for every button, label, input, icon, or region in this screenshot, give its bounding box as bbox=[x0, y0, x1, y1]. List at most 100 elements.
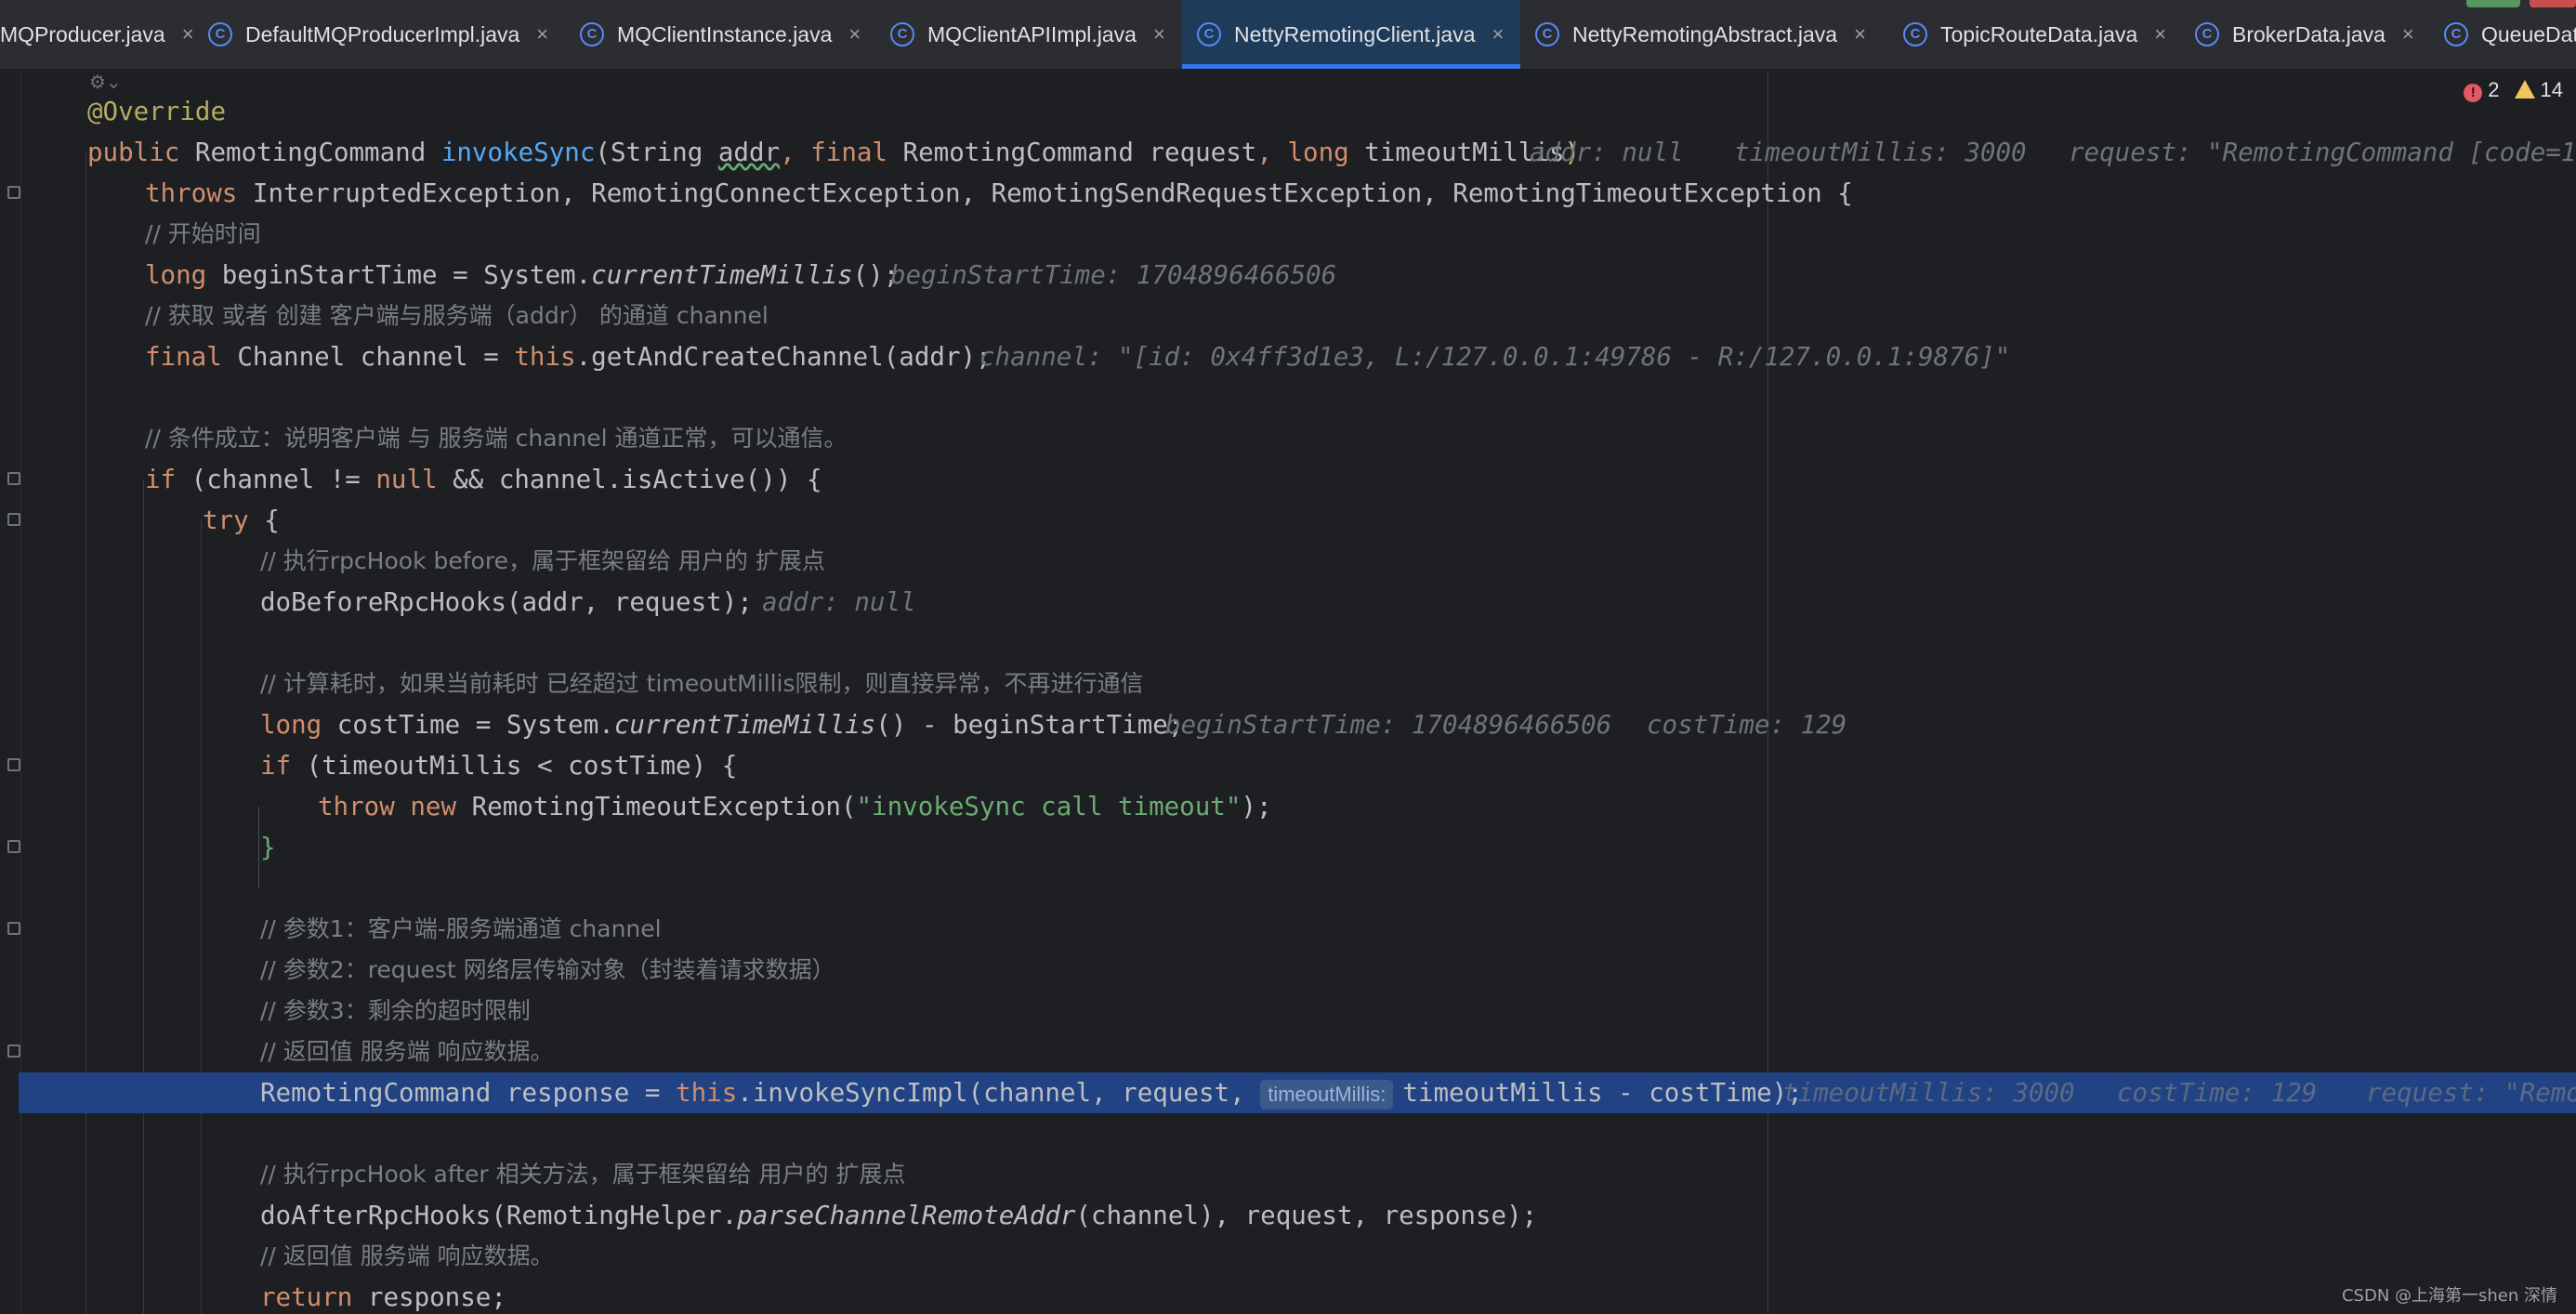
tab-nettyremotingclient[interactable]: C NettyRemotingClient.java × bbox=[1182, 0, 1520, 69]
code-line[interactable]: doAfterRpcHooks(RemotingHelper.parseChan… bbox=[0, 1195, 2576, 1236]
code-text: (channel != bbox=[176, 465, 376, 494]
tab-close-icon[interactable]: × bbox=[2154, 22, 2166, 46]
code-text: response; bbox=[352, 1282, 506, 1312]
inlay-settings-icon[interactable]: ⚙⌄ bbox=[89, 71, 122, 93]
code-text: RemotingCommand response = bbox=[260, 1078, 677, 1108]
tab-label: BrokerData.java bbox=[2232, 21, 2385, 46]
code-line[interactable]: // 参数3：剩余的超时限制 bbox=[0, 991, 2576, 1031]
static-method: currentTimeMillis bbox=[591, 260, 853, 290]
code-text: Channel channel = bbox=[221, 342, 515, 372]
code-line[interactable]: if (channel != null && channel.isActive(… bbox=[0, 459, 2576, 500]
watermark: CSDN @上海第一shen 深情 bbox=[2341, 1286, 2557, 1306]
code-text: .getAndCreateChannel(addr); bbox=[575, 342, 992, 372]
tab-label: TopicRouteData.java bbox=[1940, 21, 2138, 46]
tab-close-icon[interactable]: × bbox=[1492, 22, 1505, 46]
tab-mqclientapiimpl[interactable]: C MQClientAPIImpl.java × bbox=[890, 0, 1165, 69]
keyword: long bbox=[1287, 138, 1349, 167]
keyword: null bbox=[375, 465, 438, 494]
error-count[interactable]: ! 2 bbox=[2464, 78, 2500, 102]
method-name: invokeSync bbox=[440, 138, 596, 167]
keyword: try bbox=[203, 506, 249, 535]
tab-label: MQClientAPIImpl.java bbox=[927, 21, 1137, 46]
comment: // 参数2：request 网络层传输对象（封装着请求数据） bbox=[260, 956, 835, 983]
code-line[interactable]: // 参数1：客户端-服务端通道 channel bbox=[0, 909, 2576, 950]
code-line[interactable]: // 条件成立：说明客户端 与 服务端 channel 通道正常，可以通信。 bbox=[0, 418, 2576, 459]
tab-close-icon[interactable]: × bbox=[848, 22, 861, 46]
code-line[interactable]: // 返回值 服务端 响应数据。 bbox=[0, 1236, 2576, 1277]
code-line[interactable]: // 执行rpcHook before，属于框架留给 用户的 扩展点 bbox=[0, 541, 2576, 582]
code-line[interactable]: long costTime = System.currentTimeMillis… bbox=[0, 704, 2576, 745]
keyword: throws bbox=[145, 178, 238, 208]
code-text: () - beginStartTime; bbox=[875, 710, 1184, 740]
tab-mqproducer[interactable]: MQProducer.java × bbox=[0, 0, 194, 69]
tab-nettyremotingabstract[interactable]: C NettyRemotingAbstract.java × bbox=[1535, 0, 1866, 69]
code-line[interactable]: doBeforeRpcHooks(addr, request); addr: n… bbox=[0, 582, 2576, 623]
tab-topicroutedata[interactable]: C TopicRouteData.java × bbox=[1903, 0, 2166, 69]
code-line[interactable]: // 参数2：request 网络层传输对象（封装着请求数据） bbox=[0, 950, 2576, 991]
current-execution-line[interactable]: RemotingCommand response = this.invokeSy… bbox=[19, 1072, 2576, 1113]
keyword: long bbox=[145, 260, 207, 290]
comment: // 执行rpcHook before，属于框架留给 用户的 扩展点 bbox=[260, 547, 825, 574]
param: RemotingCommand request bbox=[887, 138, 1257, 167]
param-type: (String bbox=[595, 138, 718, 167]
type-name: RemotingCommand bbox=[179, 138, 441, 167]
code-editor[interactable]: ⚙⌄ @Override public RemotingCommand invo… bbox=[0, 71, 2576, 1314]
inspection-widget[interactable]: ! 2 14 bbox=[2464, 78, 2563, 102]
tab-queuedata[interactable]: C QueueData bbox=[2444, 0, 2576, 69]
code-line[interactable]: try { bbox=[0, 500, 2576, 541]
code-text: doBeforeRpcHooks(addr, request); bbox=[260, 587, 753, 617]
tab-label: MQClientInstance.java bbox=[617, 21, 833, 46]
code-line[interactable]: // 返回值 服务端 响应数据。 bbox=[0, 1031, 2576, 1072]
comment: // 参数3：剩余的超时限制 bbox=[260, 997, 531, 1024]
keyword: return bbox=[260, 1282, 353, 1312]
code-line[interactable]: // 计算耗时，如果当前耗时 已经超过 timeoutMillis限制，则直接异… bbox=[0, 664, 2576, 704]
debug-value-hint: beginStartTime: 1704896466506 bbox=[890, 260, 1337, 290]
tab-close-icon[interactable]: × bbox=[2402, 22, 2414, 46]
tab-label: DefaultMQProducerImpl.java bbox=[245, 21, 520, 46]
code-line[interactable]: final Channel channel = this.getAndCreat… bbox=[0, 336, 2576, 377]
code-line[interactable]: @Override bbox=[0, 91, 2576, 132]
code-line[interactable]: if (timeoutMillis < costTime) { bbox=[0, 745, 2576, 786]
comment: // 条件成立：说明客户端 与 服务端 channel 通道正常，可以通信。 bbox=[145, 425, 848, 452]
code-line[interactable]: // 执行rpcHook after 相关方法，属于框架留给 用户的 扩展点 bbox=[0, 1154, 2576, 1195]
class-icon: C bbox=[1197, 22, 1221, 46]
error-icon: ! bbox=[2464, 84, 2483, 102]
code-line[interactable]: } bbox=[0, 827, 2576, 868]
parameter-name-hint: timeoutMillis: bbox=[1260, 1080, 1394, 1110]
tab-close-icon[interactable]: × bbox=[536, 22, 548, 46]
code-line[interactable]: throws InterruptedException, RemotingCon… bbox=[0, 173, 2576, 214]
tab-close-icon[interactable]: × bbox=[1153, 22, 1165, 46]
keyword: throw bbox=[318, 792, 395, 821]
code-text: { bbox=[248, 506, 280, 535]
keyword: final bbox=[145, 342, 222, 372]
code-line[interactable]: // 获取 或者 创建 客户端与服务端（addr） 的通道 channel bbox=[0, 296, 2576, 336]
param-name: addr bbox=[717, 138, 781, 167]
code-text: beginStartTime = System. bbox=[206, 260, 592, 290]
run-widget-button[interactable] bbox=[2466, 0, 2520, 7]
warning-icon bbox=[2514, 80, 2535, 99]
code-line[interactable]: throw new RemotingTimeoutException("invo… bbox=[0, 786, 2576, 827]
tab-close-icon[interactable]: × bbox=[1854, 22, 1866, 46]
code-line[interactable]: return response; bbox=[0, 1277, 2576, 1314]
code-line[interactable]: // 开始时间 bbox=[0, 214, 2576, 255]
comment: // 返回值 服务端 响应数据。 bbox=[260, 1038, 554, 1065]
comment: // 开始时间 bbox=[145, 220, 261, 247]
keyword: if bbox=[260, 751, 292, 781]
class-icon: C bbox=[1535, 22, 1559, 46]
keyword: public bbox=[87, 138, 180, 167]
warning-count[interactable]: 14 bbox=[2514, 78, 2563, 102]
debug-value-hint: timeoutMillis: 3000 bbox=[1782, 1078, 2075, 1108]
class-icon: C bbox=[2444, 22, 2468, 46]
closing-brace: } bbox=[260, 833, 276, 862]
debug-value-hint: costTime: 129 bbox=[1647, 710, 1847, 740]
code-line[interactable]: public RemotingCommand invokeSync(String… bbox=[0, 132, 2576, 173]
string-literal: "invokeSync call timeout" bbox=[856, 792, 1242, 821]
debug-value-hint: channel: "[id: 0x4ff3d1e3, L:/127.0.0.1:… bbox=[979, 342, 2011, 372]
code-line[interactable]: long beginStartTime = System.currentTime… bbox=[0, 255, 2576, 296]
tab-mqclientinstance[interactable]: C MQClientInstance.java × bbox=[580, 0, 861, 69]
tab-close-icon[interactable]: × bbox=[182, 22, 194, 46]
debug-widget-button[interactable] bbox=[2530, 0, 2576, 7]
class-icon: C bbox=[2195, 22, 2219, 46]
tab-brokerdata[interactable]: C BrokerData.java × bbox=[2195, 0, 2414, 69]
tab-defaultmqproducerimpl[interactable]: C DefaultMQProducerImpl.java × bbox=[208, 0, 548, 69]
